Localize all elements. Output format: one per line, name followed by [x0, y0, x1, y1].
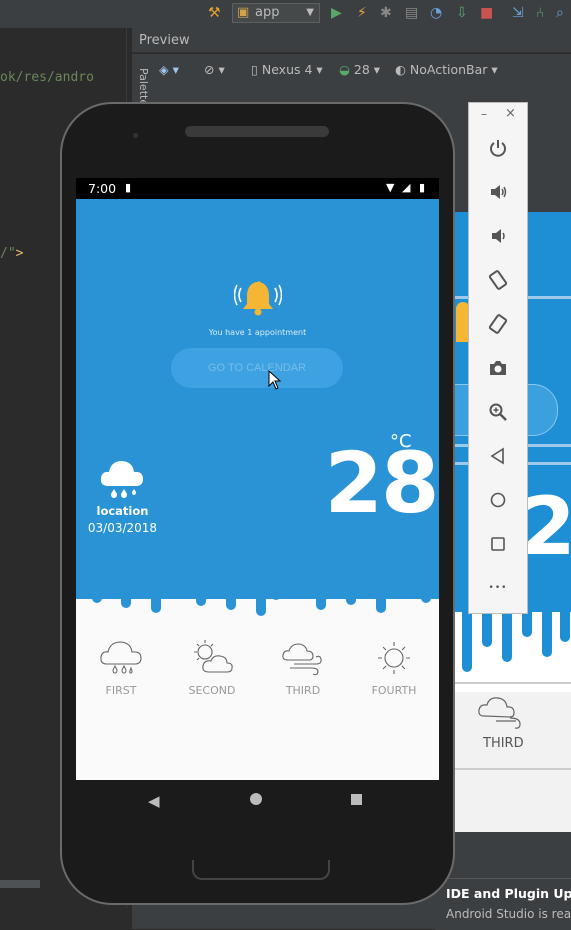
volume-up-icon — [491, 185, 507, 199]
sync-icon[interactable]: ⇲ — [512, 4, 524, 22]
run-config-label: app — [255, 5, 280, 20]
theme-select[interactable]: ◐ NoActionBar ▾ — [395, 62, 498, 77]
code-line[interactable]: /"> — [0, 246, 23, 261]
overview-icon[interactable] — [351, 794, 362, 805]
power-button[interactable] — [483, 133, 513, 163]
rotate-left-button[interactable] — [483, 265, 513, 295]
mouse-cursor-icon — [268, 370, 282, 390]
home-icon[interactable] — [250, 793, 262, 805]
preview-header — [132, 28, 571, 53]
chevron-down-icon: ▼ — [306, 7, 314, 18]
weather-header — [76, 199, 439, 599]
api-label: 28 — [353, 62, 370, 77]
phone-speaker — [185, 126, 329, 137]
rain-cloud-icon — [100, 641, 142, 674]
debug-icon[interactable]: ✱ — [380, 4, 392, 22]
palette-tab[interactable]: Palette — [137, 68, 150, 106]
notification-text[interactable]: Android Studio is rea — [446, 907, 571, 921]
back-button[interactable] — [483, 441, 513, 471]
forecast-fourth[interactable]: FOURTH — [359, 638, 429, 697]
preview-forecast-label: THIRD — [483, 736, 524, 751]
volume-down-icon — [492, 229, 505, 243]
more-button[interactable]: ••• — [483, 573, 513, 603]
device-select[interactable]: ▯ Nexus 4 ▾ — [251, 62, 323, 77]
layers-icon[interactable]: ◈ ▾ — [159, 62, 179, 77]
emulator-controls: – × ••• — [468, 102, 528, 614]
sdk-manager-icon[interactable]: ⇩ — [456, 4, 468, 22]
home-button[interactable] — [483, 485, 513, 515]
volume-down-button[interactable] — [483, 221, 513, 251]
notification-title: IDE and Plugin Upda — [446, 886, 571, 901]
apply-changes-icon[interactable]: ⚡ — [357, 4, 367, 22]
home-icon — [490, 492, 506, 508]
close-button[interactable]: × — [505, 106, 516, 121]
code-tag-bracket: > — [15, 246, 24, 261]
rain-cloud-icon — [98, 456, 146, 506]
sun-cloud-icon — [194, 640, 233, 673]
phone-camera — [133, 133, 138, 138]
volume-up-button[interactable] — [483, 177, 513, 207]
code-line[interactable]: ok/res/andro — [0, 70, 94, 85]
location-label: location — [96, 504, 149, 518]
stop-icon[interactable]: ■ — [480, 4, 493, 22]
bell-icon — [233, 278, 283, 322]
zoom-button[interactable] — [483, 397, 513, 427]
search-icon[interactable]: ⌕ — [556, 4, 564, 22]
theme-label: NoActionBar — [409, 62, 488, 77]
rotate-right-icon — [488, 314, 508, 334]
phone-bottom-speaker — [192, 860, 330, 880]
drip-wave-decoration — [76, 558, 439, 616]
battery-icon: ▮ — [419, 181, 426, 194]
android-module-icon: ▣ — [237, 5, 250, 20]
forecast-label: FIRST — [105, 684, 137, 697]
forecast-first[interactable]: FIRST — [86, 638, 156, 697]
status-bar: 7:00 ▮ ▼ ◢ ▮ — [76, 178, 439, 199]
forecast-label: SECOND — [188, 684, 236, 697]
sun-icon — [378, 642, 410, 674]
sd-card-icon: ▮ — [125, 181, 132, 194]
orientation-icon[interactable]: ⊘ ▾ — [204, 62, 225, 77]
forecast-label: THIRD — [285, 684, 321, 697]
status-time: 7:00 — [88, 181, 117, 196]
back-icon[interactable]: ◀ — [148, 792, 160, 810]
android-icon: ◒ — [339, 62, 350, 77]
camera-icon — [490, 361, 506, 375]
wind-cloud-icon — [476, 688, 530, 732]
run-icon[interactable]: ▶ — [331, 4, 342, 22]
preview-drips — [452, 612, 571, 692]
run-config-select[interactable]: ▣ app ▼ — [232, 3, 320, 23]
temperature-value: 28 — [324, 434, 439, 532]
editor-scrollbar[interactable] — [0, 880, 40, 888]
go-to-calendar-button[interactable]: GO TO CALENDAR — [171, 348, 343, 388]
structure-icon[interactable]: ⑃ — [536, 4, 544, 22]
api-select[interactable]: ◒ 28 ▾ — [339, 62, 380, 77]
phone-screen: 7:00 ▮ ▼ ◢ ▮ You have 1 appointment GO T… — [76, 178, 439, 780]
profiler-icon[interactable]: ◔ — [430, 4, 442, 22]
forecast-third[interactable]: THIRD — [268, 638, 338, 697]
wind-cloud-icon — [282, 643, 322, 676]
rotate-right-button[interactable] — [483, 309, 513, 339]
date-label: 03/03/2018 — [87, 521, 158, 535]
back-icon — [490, 447, 504, 465]
zoom-icon — [489, 403, 507, 421]
wifi-icon: ▼ — [386, 181, 395, 194]
overview-icon — [491, 537, 505, 551]
appointment-text: You have 1 appointment — [208, 328, 307, 337]
preview-title: Preview — [139, 33, 190, 48]
forecast-second[interactable]: SECOND — [177, 638, 247, 697]
power-icon — [490, 140, 506, 157]
attach-debugger-icon[interactable]: ▤ — [405, 4, 418, 22]
device-label: Nexus 4 — [261, 62, 313, 77]
screenshot-button[interactable] — [483, 353, 513, 383]
rotate-left-icon — [488, 270, 508, 290]
minimize-button[interactable]: – — [481, 107, 487, 121]
signal-icon: ◢ — [402, 181, 411, 194]
overview-button[interactable] — [483, 529, 513, 559]
build-hammer-icon[interactable]: ⚒ — [208, 4, 221, 22]
forecast-label: FOURTH — [371, 684, 417, 697]
phone-nav-bar: ◀ — [76, 780, 439, 824]
code-fragment: /" — [0, 246, 16, 261]
